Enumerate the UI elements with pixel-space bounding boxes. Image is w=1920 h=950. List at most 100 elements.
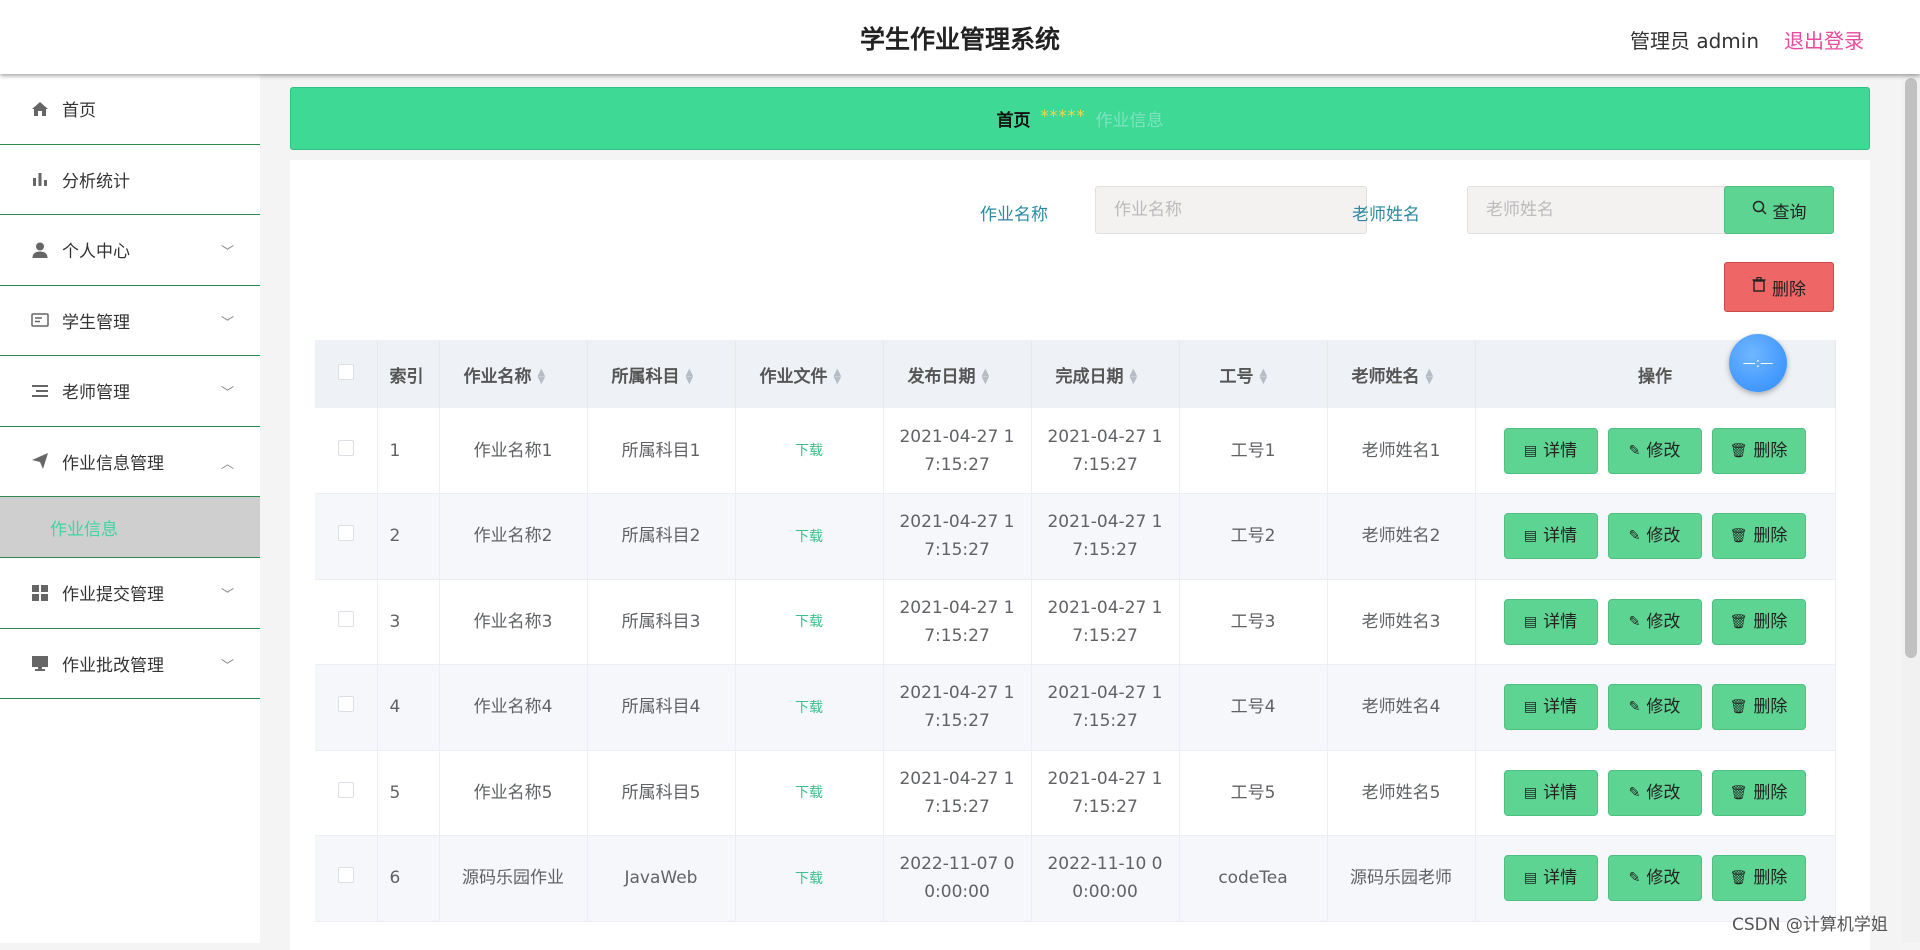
chevron-down-icon: ﹀ — [220, 658, 234, 674]
sidebar-item-homework-info[interactable]: 作业信息管理 ︿ — [0, 427, 260, 497]
document-icon: ▤ — [1523, 528, 1538, 545]
sidebar-item-statistics[interactable]: 分析统计 — [0, 145, 260, 215]
cell-index: 4 — [377, 664, 440, 751]
table-row: 4 作业名称4 所属科目4 下载 2021-04-27 1 7:15:27 2021-04-… — [315, 664, 1836, 751]
sort-icon[interactable]: ▲ ▼ — [982, 367, 990, 385]
row-checkbox[interactable] — [337, 867, 354, 884]
table-row: 5 作业名称5 所属科目5 下载 2021-04-27 1 7:15:27 2021-04-… — [315, 750, 1836, 836]
cell-staff-no: codeTea — [1179, 835, 1328, 922]
header-staff-no[interactable]: 工号 ▲ ▼ — [1179, 340, 1328, 408]
sidebar-item-submissions[interactable]: 作业提交管理 ﹀ — [0, 558, 260, 629]
cell-file: 下载 — [735, 750, 884, 836]
download-link[interactable]: 下载 — [795, 529, 823, 545]
page-scrollbar[interactable] — [1902, 74, 1920, 943]
sort-icon[interactable]: ▲ ▼ — [538, 367, 546, 385]
trash-icon: 🗑 — [1729, 528, 1748, 545]
header-due-date[interactable]: 完成日期 ▲ ▼ — [1031, 340, 1180, 408]
cell-subject: 所属科目2 — [587, 493, 736, 580]
cell-due-date: 2021-04-27 1 7:15:27 — [1031, 493, 1180, 580]
header-file[interactable]: 作业文件 ▲ ▼ — [735, 340, 884, 408]
row-select-cell — [315, 579, 378, 665]
sort-icon[interactable]: ▲ ▼ — [834, 367, 842, 385]
header-publish-date[interactable]: 发布日期 ▲ ▼ — [883, 340, 1032, 408]
edit-button[interactable]: ✎ 修改 — [1607, 513, 1702, 560]
edit-button[interactable]: ✎ 修改 — [1607, 769, 1702, 816]
sidebar-item-students[interactable]: 学生管理 ﹀ — [0, 286, 260, 356]
row-checkbox[interactable] — [337, 781, 354, 798]
cell-file: 下载 — [735, 664, 884, 751]
teacher-name-input[interactable] — [1467, 186, 1739, 234]
cell-staff-no: 工号5 — [1179, 750, 1328, 836]
edit-button[interactable]: ✎ 修改 — [1607, 855, 1702, 902]
cell-subject: JavaWeb — [587, 835, 736, 922]
download-link[interactable]: 下载 — [795, 785, 823, 801]
header-subject[interactable]: 所属科目 ▲ ▼ — [587, 340, 736, 408]
download-link[interactable]: 下载 — [795, 871, 823, 887]
cell-teacher-name: 老师姓名2 — [1327, 493, 1476, 580]
delete-button[interactable]: 🗑 删除 — [1711, 855, 1806, 902]
cell-due-date: 2021-04-27 1 7:15:27 — [1031, 579, 1180, 665]
delete-button[interactable]: 🗑 删除 — [1711, 427, 1806, 474]
header-homework-name[interactable]: 作业名称 ▲ ▼ — [439, 340, 588, 408]
sidebar-subitem-homework-info[interactable]: 作业信息 — [0, 497, 260, 558]
cell-publish-date: 2021-04-27 1 7:15:27 — [883, 750, 1032, 836]
table-header-row: 索引 作业名称 ▲ ▼ 所属科目 ▲ ▼ 作业文件 ▲ ▼ 发布日期 ▲ ▼ 完成日期 ▲ ▼ 工号… — [315, 340, 1836, 408]
breadcrumb-home[interactable]: 首页 — [997, 106, 1031, 131]
header-teacher-name[interactable]: 老师姓名 ▲ ▼ — [1327, 340, 1476, 408]
cell-index: 3 — [377, 579, 440, 665]
sidebar-item-grading[interactable]: 作业批改管理 ﹀ — [0, 629, 260, 699]
delete-button[interactable]: 🗑 删除 — [1711, 769, 1806, 816]
table-row: 6 源码乐园作业 JavaWeb 下载 2022-11-07 0 0:00:00 2022-… — [315, 835, 1836, 922]
sort-icon[interactable]: ▲ ▼ — [1426, 367, 1434, 385]
sidebar-item-profile[interactable]: 个人中心 ﹀ — [0, 215, 260, 286]
download-link[interactable]: 下载 — [795, 443, 823, 459]
cell-publish-date: 2021-04-27 1 7:15:27 — [883, 664, 1032, 751]
row-checkbox[interactable] — [337, 696, 354, 713]
logout-link[interactable]: 退出登录 — [1784, 25, 1864, 54]
homework-name-input[interactable] — [1095, 186, 1367, 234]
breadcrumb-separator: ***** — [1040, 106, 1086, 125]
row-checkbox[interactable] — [337, 525, 354, 542]
sort-icon[interactable]: ▲ ▼ — [1260, 367, 1268, 385]
delete-button[interactable]: 🗑 删除 — [1711, 684, 1806, 731]
cell-staff-no: 工号2 — [1179, 493, 1328, 580]
sidebar-item-teachers[interactable]: 老师管理 ﹀ — [0, 356, 260, 427]
row-checkbox[interactable] — [337, 610, 354, 627]
chevron-down-icon: ﹀ — [220, 588, 234, 603]
delete-button[interactable]: 🗑 删除 — [1711, 513, 1806, 560]
cell-homework-name: 作业名称4 — [439, 664, 588, 751]
chevron-down-icon: ﹀ — [220, 315, 234, 331]
id-card-icon — [30, 310, 50, 330]
bulk-delete-button[interactable]: 删除 — [1724, 262, 1834, 312]
bulk-delete-label: 删除 — [1772, 279, 1806, 300]
detail-button[interactable]: ▤ 详情 — [1503, 598, 1598, 645]
chevron-down-icon: ﹀ — [220, 245, 234, 260]
detail-button[interactable]: ▤ 详情 — [1503, 427, 1598, 474]
row-select-cell — [315, 408, 378, 494]
select-all-checkbox[interactable] — [337, 363, 354, 380]
scrollbar-thumb[interactable] — [1905, 78, 1917, 658]
delete-button[interactable]: 🗑 删除 — [1711, 598, 1806, 645]
sidebar-item-home[interactable]: 首页 — [0, 74, 260, 145]
detail-button[interactable]: ▤ 详情 — [1503, 684, 1598, 731]
document-icon: ▤ — [1523, 699, 1538, 716]
floating-clock-button[interactable]: —:— — [1729, 334, 1787, 392]
watermark: CSDN @计算机学姐 — [1732, 915, 1888, 935]
detail-button[interactable]: ▤ 详情 — [1503, 513, 1598, 560]
download-link[interactable]: 下载 — [795, 700, 823, 716]
sidebar-item-label: 老师管理 — [62, 383, 130, 404]
sort-icon[interactable]: ▲ ▼ — [1130, 367, 1138, 385]
cell-actions: ▤ 详情 ✎ 修改 🗑 删除 — [1475, 835, 1836, 922]
edit-icon: ✎ — [1628, 870, 1641, 887]
detail-button[interactable]: ▤ 详情 — [1503, 855, 1598, 902]
detail-button[interactable]: ▤ 详情 — [1503, 769, 1598, 816]
query-button[interactable]: 查询 — [1724, 186, 1834, 234]
download-link[interactable]: 下载 — [795, 614, 823, 630]
edit-button[interactable]: ✎ 修改 — [1607, 684, 1702, 731]
trash-icon: 🗑 — [1729, 699, 1748, 716]
edit-button[interactable]: ✎ 修改 — [1607, 598, 1702, 645]
sidebar-item-label: 个人中心 — [62, 242, 130, 263]
row-checkbox[interactable] — [337, 439, 354, 456]
sort-icon[interactable]: ▲ ▼ — [686, 367, 694, 385]
edit-button[interactable]: ✎ 修改 — [1607, 427, 1702, 474]
